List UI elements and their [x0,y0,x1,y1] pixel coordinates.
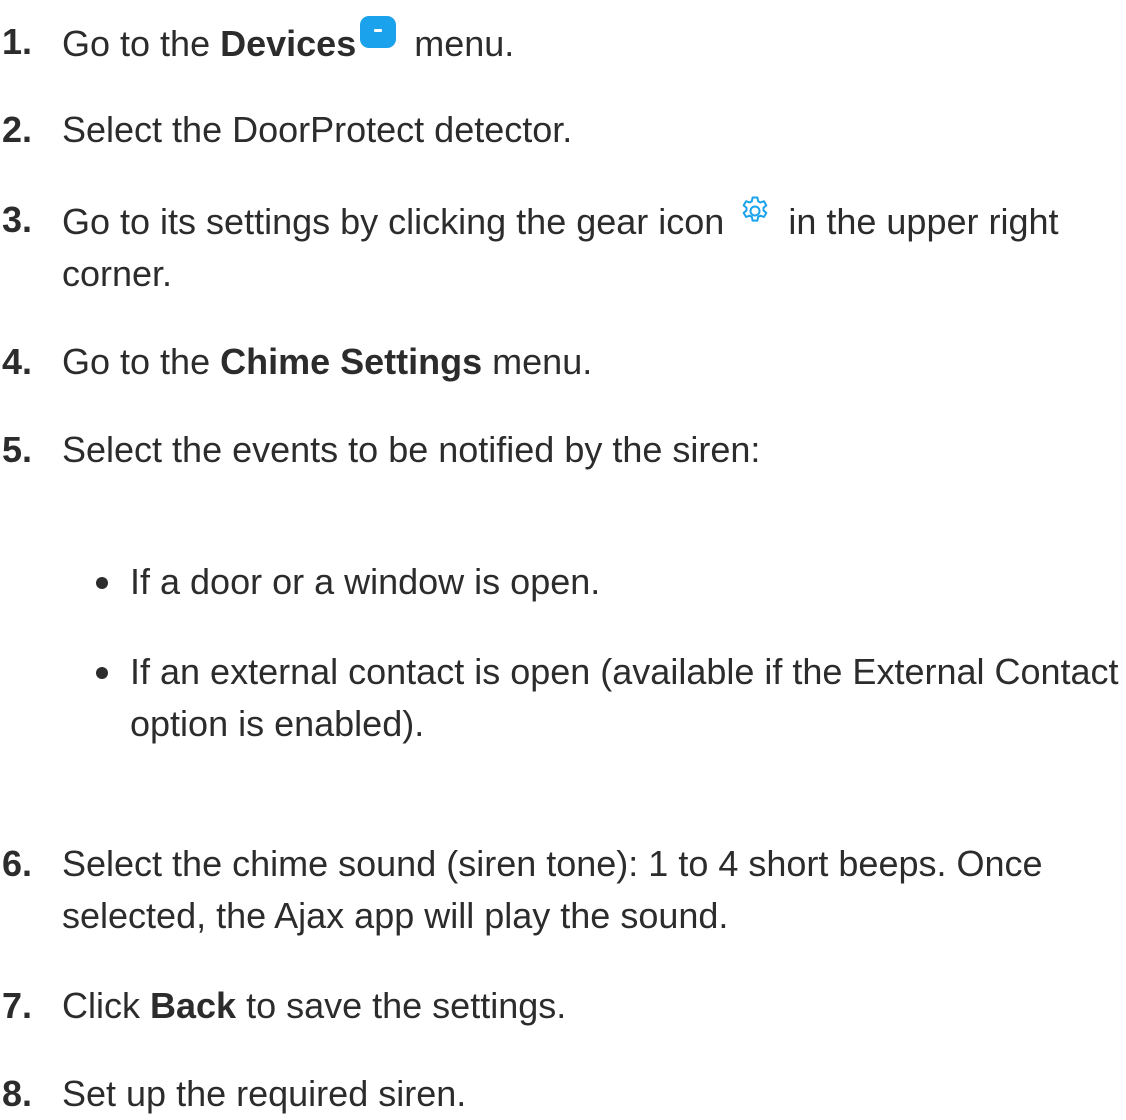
step-number: 3. [2,199,33,240]
step-number: 8. [2,1073,33,1114]
step-number: 7. [2,985,33,1026]
step-number: 6. [2,843,33,884]
step-text: Go to the Devices menu. [62,16,1122,70]
step-text: Select the events to be notified by the … [62,429,761,470]
step-text: Select the DoorProtect detector. [62,109,573,150]
bullet-text: If an external contact is open (availabl… [130,651,1119,744]
gear-icon [743,196,768,222]
step-text: Go to the Chime Settings menu. [62,341,593,382]
devices-icon [360,16,397,48]
step-number: 1. [2,21,33,62]
step-number: 5. [2,429,33,470]
devices-menu-label: Devices [220,23,357,64]
back-button-label: Back [150,985,237,1026]
step-text: Set up the required siren. [62,1073,467,1114]
bullet-dot [96,577,108,589]
instructions-page: 1. Go to the Devices menu. 2. Select the… [0,0,1126,1114]
step-text: Select the chime sound (siren tone): 1 t… [62,843,1043,936]
bullet-dot [96,667,108,679]
step-number: 2. [2,109,33,150]
chime-settings-menu-label: Chime Settings [220,341,483,382]
step-text: Go to its settings by clicking the gear … [62,194,1122,300]
step-number: 4. [2,341,33,382]
bullet-text: If a door or a window is open. [130,561,601,602]
step-text: Click Back to save the settings. [62,985,567,1026]
